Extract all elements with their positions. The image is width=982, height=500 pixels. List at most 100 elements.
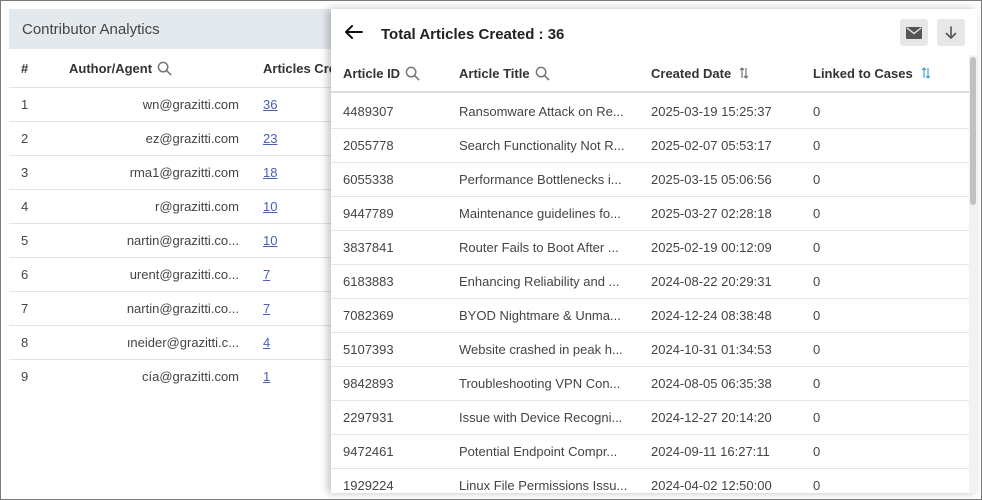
- column-header-author-label: Author/Agent: [69, 60, 153, 76]
- linked-to-cases: 0: [813, 478, 821, 493]
- row-number: 7: [21, 301, 29, 316]
- table-row: 5 nartin@grazitti.co... 10: [9, 223, 339, 257]
- created-date: 2025-03-15 05:06:56: [651, 172, 772, 187]
- table-row[interactable]: 2055778 Search Functionality Not R... 2025…: [331, 129, 969, 163]
- article-id: 9472461: [343, 444, 394, 459]
- linked-to-cases: 0: [813, 410, 821, 425]
- article-title-cell: Enhancing Reliability and ...: [459, 274, 651, 289]
- author-email: ıneider@grazitti.c...: [126, 335, 239, 350]
- article-title: Router Fails to Boot After ...: [459, 240, 619, 255]
- author-email: nartin@grazitti.co...: [126, 301, 239, 316]
- created-date: 2024-12-27 20:14:20: [651, 410, 772, 425]
- article-title: Performance Bottlenecks i...: [459, 172, 622, 187]
- contributor-rows: 1 wn@grazitti.com 36 2 ez@grazitti.com 23 3 rma…: [9, 87, 339, 393]
- linked-to-cases: 0: [813, 240, 821, 255]
- vertical-scrollbar[interactable]: [969, 55, 977, 493]
- article-title: Enhancing Reliability and ...: [459, 274, 620, 289]
- drawer-header: Total Articles Created : 36: [331, 9, 977, 55]
- article-title-cell: Potential Endpoint Compr...: [459, 444, 651, 459]
- row-number: 8: [21, 335, 29, 350]
- articles-count-link[interactable]: 23: [263, 131, 277, 146]
- created-date: 2025-02-19 00:12:09: [651, 240, 772, 255]
- article-title: Troubleshooting VPN Con...: [459, 376, 621, 391]
- articles-count-link[interactable]: 7: [263, 267, 270, 282]
- table-row[interactable]: 1929224 Linux File Permissions Issu... 202…: [331, 469, 969, 493]
- drawer-title: Total Articles Created : 36: [381, 25, 565, 43]
- sort-icon[interactable]: [739, 67, 749, 79]
- linked-to-cases: 0: [813, 342, 821, 357]
- row-number: 2: [21, 131, 29, 146]
- column-header-created-date-label: Created Date: [651, 65, 732, 81]
- column-header-linked-to-cases[interactable]: Linked to Cases: [813, 66, 969, 81]
- linked-to-cases: 0: [813, 274, 821, 289]
- search-icon[interactable]: [157, 61, 172, 76]
- created-date: 2024-12-24 08:38:48: [651, 308, 772, 323]
- panel-title: Contributor Analytics: [9, 9, 339, 49]
- articles-count-cell: 10: [263, 233, 339, 248]
- author-email: cía@grazitti.com: [142, 369, 239, 384]
- search-icon[interactable]: [535, 66, 550, 81]
- articles-count-link[interactable]: 4: [263, 335, 270, 350]
- created-date: 2024-08-05 06:35:38: [651, 376, 772, 391]
- linked-to-cases: 0: [813, 376, 821, 391]
- article-title-cell: Search Functionality Not R...: [459, 138, 651, 153]
- article-id: 9842893: [343, 376, 394, 391]
- article-id: 1929224: [343, 478, 394, 493]
- table-row[interactable]: 2297931 Issue with Device Recogni... 2024-…: [331, 401, 969, 435]
- articles-count-cell: 4: [263, 335, 339, 350]
- column-header-created-date[interactable]: Created Date: [651, 66, 813, 81]
- articles-count-link[interactable]: 7: [263, 301, 270, 316]
- table-row[interactable]: 3837841 Router Fails to Boot After ... 202…: [331, 231, 969, 265]
- article-title: Linux File Permissions Issu...: [459, 478, 628, 493]
- email-button[interactable]: [900, 19, 928, 46]
- article-title: Potential Endpoint Compr...: [459, 444, 618, 459]
- created-date: 2025-03-27 02:28:18: [651, 206, 772, 221]
- created-date: 2024-09-11 16:27:11: [651, 444, 770, 459]
- linked-to-cases: 0: [813, 206, 821, 221]
- created-date: 2024-04-02 12:50:00: [651, 478, 772, 493]
- table-row[interactable]: 5107393 Website crashed in peak h... 2024-…: [331, 333, 969, 367]
- contributor-analytics-panel: Contributor Analytics # Author/Agent Art…: [9, 9, 339, 489]
- articles-count-cell: 1: [263, 369, 339, 384]
- article-id: 6183883: [343, 274, 394, 289]
- articles-count-link[interactable]: 18: [263, 165, 277, 180]
- articles-count-cell: 10: [263, 199, 339, 214]
- articles-count-link[interactable]: 10: [263, 233, 277, 248]
- article-title-cell: Router Fails to Boot After ...: [459, 240, 651, 255]
- row-number: 6: [21, 267, 29, 282]
- articles-count-link[interactable]: 1: [263, 369, 270, 384]
- linked-to-cases: 0: [813, 138, 821, 153]
- article-title: Ransomware Attack on Re...: [459, 104, 624, 119]
- articles-table-body: 4489307 Ransomware Attack on Re... 2025-03…: [331, 95, 969, 493]
- article-title: Website crashed in peak h...: [459, 342, 623, 357]
- author-email: urent@grazitti.co...: [129, 267, 239, 282]
- table-row[interactable]: 9472461 Potential Endpoint Compr... 2024-0…: [331, 435, 969, 469]
- articles-count-link[interactable]: 36: [263, 97, 277, 112]
- table-row: 3 rma1@grazitti.com 18: [9, 155, 339, 189]
- table-row[interactable]: 4489307 Ransomware Attack on Re... 2025-03…: [331, 95, 969, 129]
- article-title: Search Functionality Not R...: [459, 138, 625, 153]
- arrow-left-icon: [345, 25, 363, 39]
- table-row[interactable]: 6183883 Enhancing Reliability and ... 2024…: [331, 265, 969, 299]
- articles-count-link[interactable]: 10: [263, 199, 277, 214]
- table-row[interactable]: 9842893 Troubleshooting VPN Con... 2024-08…: [331, 367, 969, 401]
- article-title-cell: BYOD Nightmare & Unma...: [459, 308, 651, 323]
- articles-count-cell: 7: [263, 267, 339, 282]
- table-row[interactable]: 7082369 BYOD Nightmare & Unma... 2024-12-2…: [331, 299, 969, 333]
- article-title-cell: Performance Bottlenecks i...: [459, 172, 651, 187]
- search-icon[interactable]: [405, 66, 420, 81]
- table-row[interactable]: 9447789 Maintenance guidelines fo... 2025-…: [331, 197, 969, 231]
- sort-icon[interactable]: [921, 67, 931, 79]
- article-title-cell: Troubleshooting VPN Con...: [459, 376, 651, 391]
- column-header-article-title-label: Article Title: [459, 65, 530, 81]
- scrollbar-thumb[interactable]: [970, 57, 976, 205]
- row-number: 3: [21, 165, 29, 180]
- download-button[interactable]: [937, 19, 965, 46]
- article-id: 9447789: [343, 206, 394, 221]
- article-title-cell: Website crashed in peak h...: [459, 342, 651, 357]
- author-email: wn@grazitti.com: [142, 97, 239, 112]
- table-row[interactable]: 6055338 Performance Bottlenecks i... 2025-…: [331, 163, 969, 197]
- created-date: 2025-02-07 05:53:17: [651, 138, 772, 153]
- back-button[interactable]: [341, 19, 367, 45]
- column-header-articles[interactable]: Articles Cre: [263, 61, 339, 76]
